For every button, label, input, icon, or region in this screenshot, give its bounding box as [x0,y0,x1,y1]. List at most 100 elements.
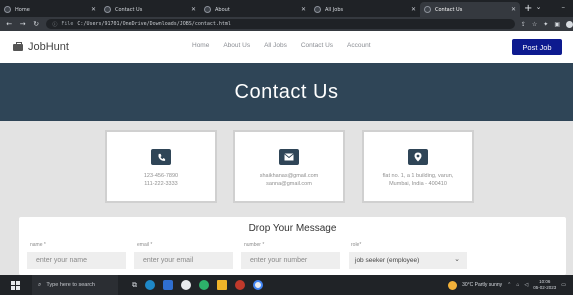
task-view-icon[interactable]: ⧉ [132,281,137,290]
vscode-icon[interactable] [199,280,209,290]
phone-number: 111-222-3333 [144,181,178,187]
browser-tab-contact[interactable]: Contact Us ✕ [100,2,200,17]
browser-tools: ⇪ ☆ ✦ ▣ [521,20,573,28]
map-marker-icon [408,149,428,165]
number-label: number * [244,242,265,248]
email-input[interactable]: enter your email [134,252,233,269]
reload-icon[interactable]: ↻ [32,20,40,28]
page-title: Contact Us [234,80,339,103]
close-tab-icon[interactable]: ✕ [411,6,416,13]
email-address: sanna@gmail.com [266,181,312,187]
minimize-icon[interactable]: – [562,3,566,11]
extensions-icon[interactable]: ✦ [543,21,548,28]
taskbar-apps: ⧉ [132,280,263,290]
chevron-down-icon: ⌄ [454,256,460,263]
sidebar-icon[interactable]: ▣ [554,21,560,28]
app-icon[interactable] [235,280,245,290]
weather-sun-icon[interactable] [448,280,458,290]
chevron-down-icon[interactable]: ⌄ [536,3,542,11]
address-lines: flat no. 1, a 1 building, varun, Mumbai,… [383,172,454,188]
email-addresses: shaikhanas@gmail.com sanna@gmail.com [260,172,318,188]
close-tab-icon[interactable]: ✕ [511,6,516,13]
envelope-icon [279,149,299,165]
system-tray: 30°C Partly sunny ⌃ ⌂ ◁ 10:06 05-02-2023… [448,279,566,291]
notifications-icon[interactable]: ▭ [561,282,566,288]
url-prefix: File [61,21,74,27]
nav-link-all-jobs[interactable]: All Jobs [264,42,287,49]
clock[interactable]: 10:06 05-02-2023 [533,279,556,291]
tab-strip: Home ✕ Contact Us ✕ About ✕ All Jobs ✕ C… [0,0,573,17]
post-job-button[interactable]: Post Job [512,39,562,55]
tab-favicon-icon [104,6,111,13]
back-icon[interactable]: ← [5,20,13,28]
tab-favicon-icon [204,6,211,13]
address-bar-row: ← → ↻ ⓘ File C:/Users/91701/OneDrive/Dow… [0,17,573,31]
role-select[interactable]: job seeker (employee) ⌄ [349,252,467,269]
hero-banner: Contact Us [0,63,573,121]
tab-title: About [215,6,230,13]
browser-tab-contact-active[interactable]: Contact Us ✕ [420,2,520,17]
address-card: flat no. 1, a 1 building, varun, Mumbai,… [362,130,474,203]
nav-link-account[interactable]: Account [347,42,371,49]
email-label: email * [137,242,153,248]
nav-link-contact[interactable]: Contact Us [301,42,333,49]
taskbar-search-placeholder: Type here to search [46,282,95,288]
brand-logo[interactable]: JobHunt [13,41,69,53]
chrome-icon[interactable] [253,280,263,290]
nav-link-about[interactable]: About Us [223,42,250,49]
tab-title: Home [15,6,30,13]
tray-chevron-up-icon[interactable]: ⌃ [507,282,511,288]
number-input[interactable]: enter your number [241,252,340,269]
tab-favicon-icon [4,6,11,13]
windows-start-icon[interactable] [11,280,20,290]
close-tab-icon[interactable]: ✕ [191,6,196,13]
new-tab-button[interactable]: + [524,3,532,14]
role-label: role* [351,242,362,248]
taskbar-search[interactable]: ⌕ Type here to search [32,275,118,295]
profile-avatar-icon[interactable] [565,20,573,28]
browser-tab-all-jobs[interactable]: All Jobs ✕ [310,2,420,17]
phone-number: 123-456-7890 [143,173,179,179]
close-tab-icon[interactable]: ✕ [91,6,96,13]
weather-text[interactable]: 30°C Partly sunny [462,282,502,288]
url-text: C:/Users/91701/OneDrive/Downloads/JOBS/c… [77,21,231,27]
message-form: Drop Your Message name * email * number … [19,217,566,275]
email-card: shaikhanas@gmail.com sanna@gmail.com [233,130,345,203]
nav-link-home[interactable]: Home [192,42,209,49]
address-line: Mumbai, India - 400410 [389,181,447,187]
close-tab-icon[interactable]: ✕ [301,6,306,13]
phone-numbers: 123-456-7890 111-222-3333 [144,172,178,188]
edge-icon[interactable] [145,280,155,290]
browser-window: Home ✕ Contact Us ✕ About ✕ All Jobs ✕ C… [0,0,573,295]
role-select-value: job seeker (employee) [355,257,420,264]
share-icon[interactable]: ⇪ [521,21,526,28]
site-header: JobHunt Home About Us All Jobs Contact U… [0,31,573,63]
name-input[interactable]: enter your name [27,252,126,269]
forward-icon[interactable]: → [18,20,26,28]
info-icon[interactable]: ⓘ [52,21,57,28]
phone-icon [151,149,171,165]
tab-title: Contact Us [435,6,463,13]
file-explorer-icon[interactable] [217,280,227,290]
star-icon[interactable]: ☆ [532,21,537,28]
app-icon[interactable] [181,280,191,290]
clock-date: 05-02-2023 [533,285,557,290]
briefcase-icon [13,41,23,51]
os-taskbar: ⌕ Type here to search ⧉ 30°C Partly sunn… [0,275,573,295]
tab-title: Contact Us [115,6,143,13]
tab-favicon-icon [314,6,321,13]
tab-favicon-icon [424,6,431,13]
network-icon[interactable]: ⌂ [516,282,519,288]
browser-tab-home[interactable]: Home ✕ [0,2,100,17]
window-controls: ⌄ – [536,3,565,11]
volume-icon[interactable]: ◁ [524,282,528,288]
brand-name: JobHunt [28,41,69,53]
url-field[interactable]: ⓘ File C:/Users/91701/OneDrive/Downloads… [46,19,515,29]
store-icon[interactable] [163,280,173,290]
search-icon: ⌕ [38,281,42,288]
phone-card: 123-456-7890 111-222-3333 [105,130,217,203]
tab-title: All Jobs [325,6,344,13]
browser-tab-about[interactable]: About ✕ [200,2,310,17]
form-title: Drop Your Message [248,223,337,234]
email-address: shaikhanas@gmail.com [259,173,319,179]
